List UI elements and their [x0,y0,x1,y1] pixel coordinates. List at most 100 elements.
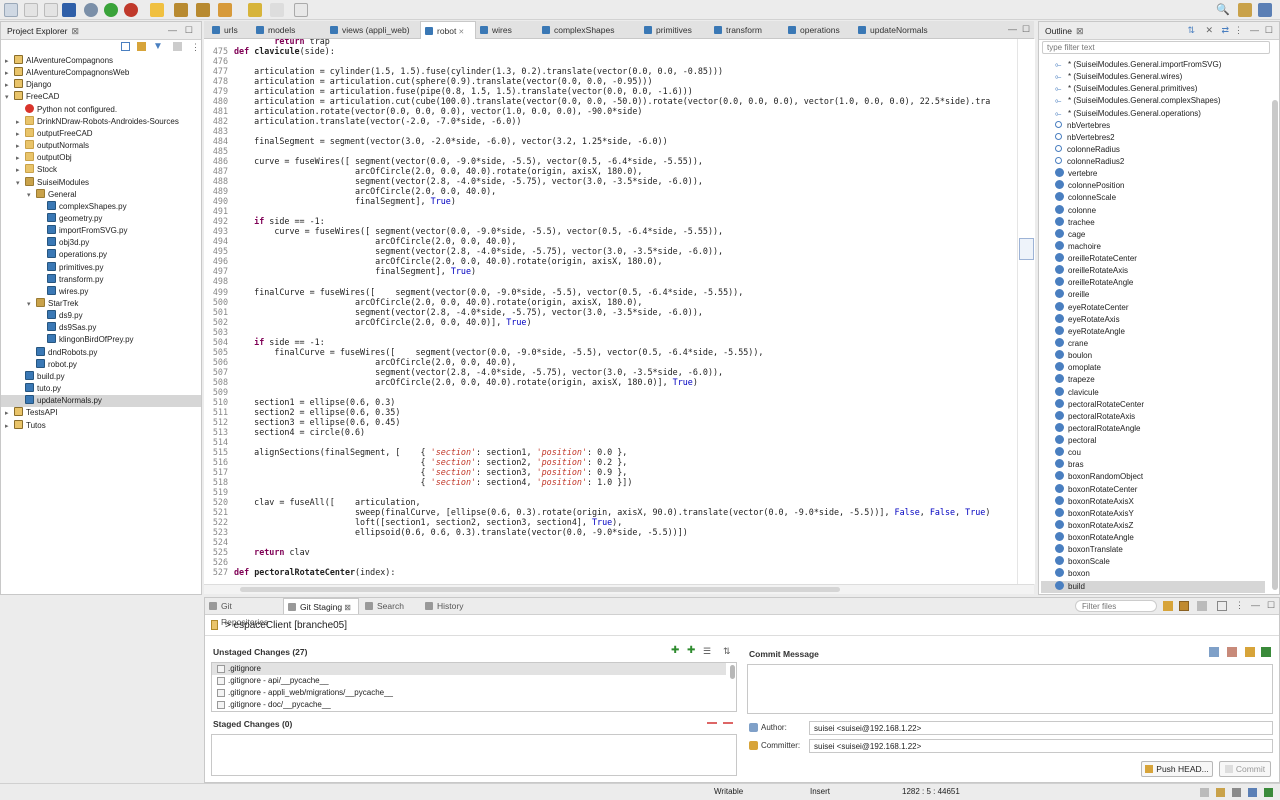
status-icon-4[interactable] [1248,788,1257,797]
view-menu-icon[interactable] [173,42,182,51]
tree-toggle-icon[interactable]: ▾ [27,299,36,311]
outline-function[interactable]: boxonRandomObject [1055,471,1143,483]
tree-item[interactable]: Python not configured. [16,103,117,116]
tree-item[interactable]: klingonBirdOfPrey.py [38,334,134,346]
next-annotation-icon[interactable] [174,3,188,17]
outline-scrollbar[interactable] [1272,100,1278,590]
code-line[interactable]: 519 [204,487,1017,497]
tree-item[interactable]: build.py [16,370,65,383]
outline-function[interactable]: boxonRotateCenter [1055,483,1137,496]
code-line[interactable]: return trap [204,39,1017,46]
code-line[interactable]: 515 alignSections(finalSegment, [ { 'sec… [204,447,1017,457]
tab-models[interactable]: models [252,21,326,39]
outline-function[interactable]: oreilleRotateAngle [1055,277,1133,289]
sort-icon[interactable]: ⇅ [1187,25,1195,36]
code-line[interactable]: 505 finalCurve = fuseWires([ segment(vec… [204,347,1017,357]
code-line[interactable]: 516 { 'section': section2, 'position': 0… [204,457,1017,467]
code-line[interactable]: 510 section1 = ellipse(0.6, 0.3) [204,397,1017,407]
bottom-maximize-icon[interactable]: ☐ [1267,600,1275,611]
code-line[interactable]: 520 clav = fuseAll([ articulation, [204,497,1017,507]
debug-icon[interactable] [84,3,98,17]
presentation-icon[interactable] [1197,601,1207,611]
tab-close-icon[interactable]: ✕ [456,29,464,36]
outline-variable[interactable]: colonneRadius [1055,144,1120,156]
code-line[interactable]: 511 section2 = ellipse(0.6, 0.35) [204,407,1017,417]
tab-primitives[interactable]: primitives [640,21,710,39]
code-line[interactable]: 526 [204,557,1017,567]
outline-function[interactable]: crane [1055,337,1088,350]
tab-search[interactable]: Search [361,598,419,614]
outline-function[interactable]: cage [1055,228,1085,241]
external-tools-icon[interactable] [124,3,138,17]
outline-function[interactable]: vertebre [1055,168,1097,180]
tree-item[interactable]: operations.py [38,249,107,261]
outline-function[interactable]: trapeze [1055,374,1095,386]
outline-filter-input[interactable] [1042,41,1270,54]
code-line[interactable]: 476 [204,56,1017,66]
tree-item[interactable]: ▸ Django [5,79,51,91]
code-line[interactable]: 517 { 'section': section3, 'position': 0… [204,467,1017,477]
outline-close-icon[interactable]: ⊠ [1076,26,1084,36]
committer-field[interactable]: suisei <suisei@192.168.1.22> [809,739,1273,753]
tree-item[interactable]: updateNormals.py [1,395,201,408]
code-line[interactable]: 496 arcOfCircle(2.0, 0.0, 40.0).rotate(o… [204,256,1017,266]
code-line[interactable]: 489 arcOfCircle(2.0, 0.0, 40.0), [204,186,1017,196]
tree-item[interactable]: ds9.py [38,310,83,322]
terminal-icon[interactable] [62,3,76,17]
tab-history[interactable]: History [421,598,479,614]
status-icon-1[interactable] [1200,788,1209,797]
outline-more-icon[interactable]: ⋮ [1234,25,1243,36]
outline-function[interactable]: colonnePosition [1055,180,1124,192]
save-icon[interactable] [24,3,38,17]
ruler-thumb[interactable] [1019,238,1034,260]
outline-function[interactable]: omoplate [1055,362,1101,374]
filter-files-input[interactable] [1075,600,1157,612]
outline-function[interactable]: machoire [1055,240,1101,253]
collapse-icon[interactable]: ✕ [1205,25,1213,36]
code-line[interactable]: 507 segment(vector(2.8, -4.0*side, -5.75… [204,367,1017,377]
tree-item[interactable]: ▸ AIAventureCompagnons [5,55,113,67]
repository-icon[interactable] [1179,601,1189,611]
unstaged-file[interactable]: .gitignore - doc/__pycache__ [212,699,726,711]
collapse-all-icon[interactable] [121,42,130,51]
code-line[interactable]: 485 [204,146,1017,156]
tree-item[interactable]: importFromSVG.py [38,225,127,237]
back-icon[interactable] [248,3,262,17]
tree-item[interactable]: ▾ General [27,188,76,201]
outline-function[interactable]: pectoralRotateCenter [1055,398,1144,411]
outline-function[interactable]: trachee [1055,216,1095,229]
code-line[interactable]: 514 [204,437,1017,447]
tab-git-repositories[interactable]: Git Repositories [205,598,281,627]
tree-item[interactable]: ▸ Stock [16,164,57,176]
pin-editor-icon[interactable] [294,3,308,17]
code-line[interactable]: 478 articulation = articulation.cut(sphe… [204,76,1017,86]
link-editor-icon[interactable] [137,42,146,51]
code-line[interactable]: 475 def clavicule(side): [204,46,1017,56]
tab-views[interactable]: views (appli_web) [326,21,420,39]
tree-item[interactable]: tuto.py [16,383,61,395]
code-line[interactable]: 491 [204,206,1017,216]
last-edit-icon[interactable] [218,3,232,17]
tree-toggle-icon[interactable]: ▾ [16,178,25,190]
open-type-icon[interactable] [150,3,164,17]
code-line[interactable]: 492 if side == -1: [204,216,1017,226]
code-line[interactable]: 508 arcOfCircle(2.0, 0.0, 40.0).rotate(o… [204,377,1017,387]
unstage-icon[interactable] [707,722,717,724]
tab-urls[interactable]: urls [208,21,252,39]
sort-files-icon[interactable]: ⇅ [723,646,731,656]
code-line[interactable]: 481 articulation.rotate(vector(0.0, 0.0,… [204,106,1017,116]
bottom-minimize-icon[interactable]: — [1251,600,1260,610]
tree-item[interactable]: ▾ FreeCAD [5,91,59,103]
more-icon[interactable]: ⋮ [191,42,200,52]
outline-import[interactable]: ⟜ * (SuiseiModules.General.operations) [1055,108,1201,120]
stage-all-icon[interactable]: ✚ [687,646,695,656]
outline-function[interactable]: boulon [1055,350,1092,362]
outline-function[interactable]: bras [1055,459,1084,471]
tree-item[interactable]: robot.py [27,358,77,371]
outline-function[interactable]: clavicule [1055,386,1099,399]
outline-function[interactable]: oreilleRotateCenter [1055,253,1137,265]
refresh-icon[interactable] [1163,601,1173,611]
code-line[interactable]: 525 return clav [204,547,1017,557]
tab-git-staging[interactable]: Git Staging ⊠ [283,598,359,614]
gerrit-icon[interactable] [1245,647,1255,657]
